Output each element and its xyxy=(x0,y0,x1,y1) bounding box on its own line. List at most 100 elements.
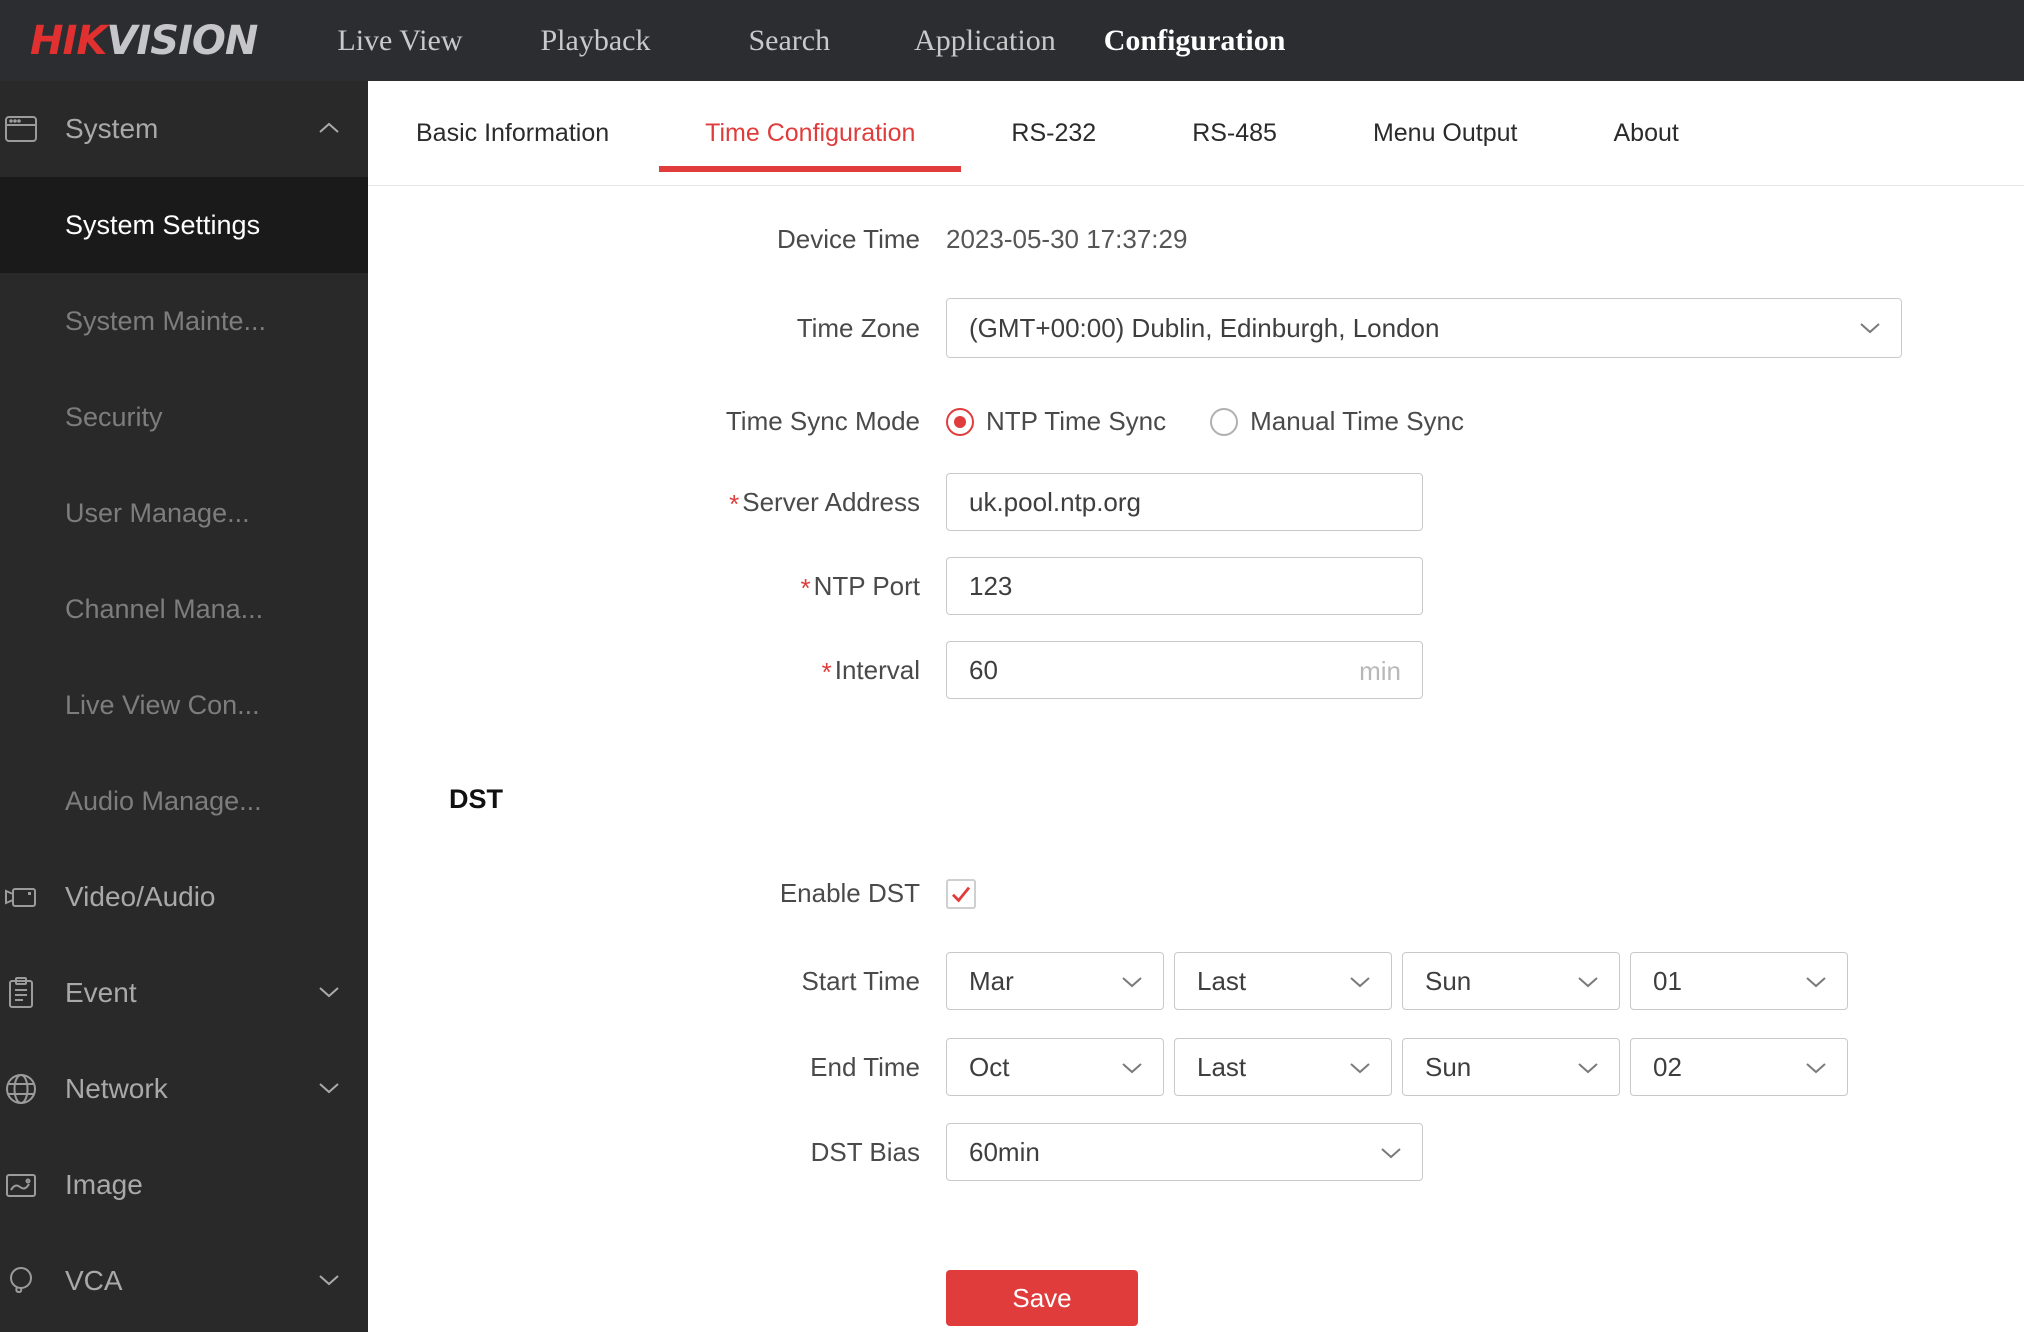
tab-basic-information[interactable]: Basic Information xyxy=(416,118,609,148)
device-time-value: 2023-05-30 17:37:29 xyxy=(946,224,1188,254)
sidebar-item-channel-management[interactable]: Channel Mana... xyxy=(0,561,368,657)
end-hour-select[interactable]: 02 xyxy=(1630,1038,1848,1096)
nav-item-playback[interactable]: Playback xyxy=(541,24,651,58)
sidebar-item-label: User Manage... xyxy=(65,497,250,528)
enable-dst-row: Enable DST xyxy=(368,878,2024,909)
nav-item-configuration[interactable]: Configuration xyxy=(1104,24,1286,58)
end-day-select[interactable]: Sun xyxy=(1402,1038,1620,1096)
chevron-down-icon xyxy=(1121,1061,1143,1075)
start-hour-select[interactable]: 01 xyxy=(1630,952,1848,1010)
chevron-up-icon xyxy=(318,121,340,135)
sidebar-item-label: System xyxy=(65,113,159,144)
end-week-select[interactable]: Last xyxy=(1174,1038,1392,1096)
vca-bulb-icon xyxy=(4,1264,38,1298)
tab-rs-485[interactable]: RS-485 xyxy=(1192,118,1277,148)
sidebar-item-audio-management[interactable]: Audio Manage... xyxy=(0,753,368,849)
chevron-down-icon xyxy=(1859,321,1881,335)
chevron-down-icon xyxy=(318,1273,340,1287)
select-value: 60min xyxy=(969,1136,1040,1167)
start-week-select[interactable]: Last xyxy=(1174,952,1392,1010)
nav-item-live-view[interactable]: Live View xyxy=(337,24,462,58)
server-address-label: * Server Address xyxy=(368,487,920,519)
sidebar-item-system[interactable]: System xyxy=(0,81,368,177)
tab-bar: Basic Information Time Configuration RS-… xyxy=(368,81,2024,186)
time-zone-value: (GMT+00:00) Dublin, Edinburgh, London xyxy=(969,312,1440,343)
interval-row: *Interval min xyxy=(368,641,2024,699)
radio-ntp-time-sync[interactable]: NTP Time Sync xyxy=(946,406,1166,437)
sidebar: System System Settings System Mainte... … xyxy=(0,81,368,1332)
select-value: Oct xyxy=(969,1051,1010,1082)
end-month-select[interactable]: Oct xyxy=(946,1038,1164,1096)
radio-selected-icon xyxy=(946,407,974,436)
dst-bias-select[interactable]: 60min xyxy=(946,1123,1423,1181)
sidebar-item-label: Event xyxy=(65,977,137,1008)
sidebar-item-image[interactable]: Image xyxy=(0,1137,368,1233)
time-zone-select[interactable]: (GMT+00:00) Dublin, Edinburgh, London xyxy=(946,298,1902,358)
checkmark-icon xyxy=(949,882,973,906)
nav-item-application[interactable]: Application xyxy=(914,24,1056,58)
dst-section-heading: DST xyxy=(449,784,503,814)
ntp-port-label: * NTP Port xyxy=(368,571,920,603)
radio-label: Manual Time Sync xyxy=(1250,406,1464,436)
sidebar-item-vca[interactable]: VCA xyxy=(0,1233,368,1329)
app-window: HIKVISION Live View Playback Search Appl… xyxy=(0,0,2024,1332)
sidebar-item-system-maintenance[interactable]: System Mainte... xyxy=(0,273,368,369)
select-value: Last xyxy=(1197,965,1247,996)
time-zone-row: Time Zone (GMT+00:00) Dublin, Edinburgh,… xyxy=(368,298,2024,358)
video-audio-icon xyxy=(4,880,38,914)
end-time-label: End Time xyxy=(810,1051,920,1082)
ntp-port-input[interactable] xyxy=(946,557,1423,615)
interval-input[interactable] xyxy=(946,641,1423,699)
radio-label: NTP Time Sync xyxy=(986,406,1167,436)
interval-input-wrap: min xyxy=(946,641,1423,699)
save-button[interactable]: Save xyxy=(946,1270,1138,1326)
device-time-row: Device Time 2023-05-30 17:37:29 xyxy=(368,224,2024,255)
select-value: Sun xyxy=(1425,965,1472,996)
required-asterisk: * xyxy=(821,656,832,687)
sidebar-item-video-audio[interactable]: Video/Audio xyxy=(0,849,368,945)
start-day-select[interactable]: Sun xyxy=(1402,952,1620,1010)
chevron-down-icon xyxy=(1349,975,1371,989)
sidebar-item-system-settings[interactable]: System Settings xyxy=(0,177,368,273)
time-sync-mode-label: Time Sync Mode xyxy=(725,406,920,436)
required-asterisk: * xyxy=(729,488,740,519)
server-address-input[interactable] xyxy=(946,473,1423,531)
nav-item-search[interactable]: Search xyxy=(748,24,830,58)
interval-label: * Interval xyxy=(368,654,920,687)
sidebar-item-live-view-config[interactable]: Live View Con... xyxy=(0,657,368,753)
radio-unselected-icon xyxy=(1210,407,1239,436)
chevron-down-icon xyxy=(318,1081,340,1095)
chevron-down-icon xyxy=(1380,1146,1402,1160)
time-sync-mode-row: Time Sync Mode NTP Time Sync Manual Time… xyxy=(368,406,2024,437)
top-nav: HIKVISION Live View Playback Search Appl… xyxy=(0,0,2024,81)
sidebar-item-user-management[interactable]: User Manage... xyxy=(0,465,368,561)
network-globe-icon xyxy=(4,1072,38,1106)
radio-manual-time-sync[interactable]: Manual Time Sync xyxy=(1210,406,1464,437)
dst-bias-row: DST Bias 60min xyxy=(368,1123,2024,1181)
sidebar-item-label: System Mainte... xyxy=(65,305,267,336)
start-month-select[interactable]: Mar xyxy=(946,952,1164,1010)
dst-bias-label: DST Bias xyxy=(810,1136,920,1167)
label-text: Interval xyxy=(834,654,920,685)
required-asterisk: * xyxy=(800,572,811,603)
sidebar-item-event[interactable]: Event xyxy=(0,945,368,1041)
tab-menu-output[interactable]: Menu Output xyxy=(1373,118,1518,148)
sidebar-item-network[interactable]: Network xyxy=(0,1041,368,1137)
enable-dst-checkbox[interactable] xyxy=(946,878,976,909)
tab-about[interactable]: About xyxy=(1613,118,1678,148)
sidebar-item-label: VCA xyxy=(65,1265,123,1296)
event-icon xyxy=(4,976,38,1010)
main-content: Basic Information Time Configuration RS-… xyxy=(368,81,2024,1332)
sidebar-item-label: Network xyxy=(65,1073,168,1104)
sidebar-item-label: Video/Audio xyxy=(65,881,216,912)
select-value: Sun xyxy=(1425,1051,1472,1082)
tab-rs-232[interactable]: RS-232 xyxy=(1011,118,1096,148)
ntp-port-row: * NTP Port xyxy=(368,557,2024,615)
select-value: 01 xyxy=(1653,965,1682,996)
sidebar-item-security[interactable]: Security xyxy=(0,369,368,465)
end-time-row: End Time Oct Last Sun 02 xyxy=(368,1038,2024,1096)
select-value: Last xyxy=(1197,1051,1247,1082)
enable-dst-label: Enable DST xyxy=(779,878,920,908)
start-time-row: Start Time Mar Last Sun 01 xyxy=(368,952,2024,1010)
tab-time-configuration[interactable]: Time Configuration xyxy=(659,118,962,172)
